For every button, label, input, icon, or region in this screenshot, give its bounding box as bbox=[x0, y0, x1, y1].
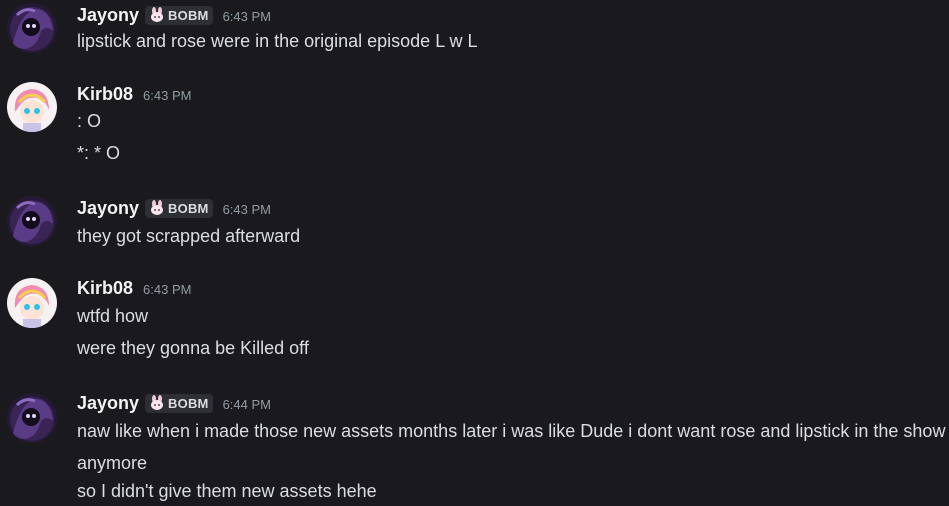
bunny-icon bbox=[148, 7, 166, 23]
kirb08-avatar[interactable] bbox=[7, 82, 57, 132]
kirb08-avatar[interactable] bbox=[7, 278, 57, 328]
message-text: so I didn't give them new assets hehe bbox=[77, 481, 377, 501]
username[interactable]: Jayony bbox=[77, 198, 139, 219]
tag-label: BOBM bbox=[168, 395, 209, 411]
timestamp: 6:43 PM bbox=[143, 282, 192, 297]
server-tag[interactable]: BOBM bbox=[145, 393, 213, 413]
timestamp: 6:43 PM bbox=[222, 202, 271, 217]
message-header: Jayony BOBM 6:43 PM bbox=[77, 196, 271, 220]
message-text: : O bbox=[77, 111, 102, 131]
message-header: Kirb08 6:43 PM bbox=[77, 82, 191, 106]
bunny-icon bbox=[148, 200, 166, 216]
tag-label: BOBM bbox=[168, 200, 209, 216]
server-tag[interactable]: BOBM bbox=[145, 198, 213, 218]
message-text: naw like when i made those new assets mo… bbox=[77, 421, 946, 473]
jayony-avatar[interactable] bbox=[7, 3, 57, 53]
message-text: lipstick and rose were in the original e… bbox=[77, 31, 478, 51]
bunny-icon bbox=[148, 395, 166, 411]
message-text: were they gonna be Killed off bbox=[77, 338, 309, 358]
tag-label: BOBM bbox=[168, 7, 209, 23]
timestamp: 6:43 PM bbox=[222, 9, 271, 24]
message-text: wtfd how bbox=[77, 306, 149, 326]
jayony-avatar[interactable] bbox=[7, 393, 57, 443]
username[interactable]: Jayony bbox=[77, 5, 139, 26]
message-text: they got scrapped afterward bbox=[77, 226, 301, 246]
jayony-avatar[interactable] bbox=[7, 196, 57, 246]
username[interactable]: Kirb08 bbox=[77, 278, 133, 299]
timestamp: 6:43 PM bbox=[143, 88, 192, 103]
timestamp: 6:44 PM bbox=[222, 397, 271, 412]
message-header: Jayony BOBM 6:44 PM bbox=[77, 391, 271, 415]
message-header: Kirb08 6:43 PM bbox=[77, 276, 191, 300]
server-tag[interactable]: BOBM bbox=[145, 5, 213, 25]
message-header: Jayony BOBM 6:43 PM bbox=[77, 3, 271, 27]
message-text: *: * O bbox=[77, 143, 121, 163]
username[interactable]: Jayony bbox=[77, 393, 139, 414]
username[interactable]: Kirb08 bbox=[77, 84, 133, 105]
chat-messages: Jayony BOBM 6:43 PM lipstick and rose we… bbox=[0, 0, 949, 506]
